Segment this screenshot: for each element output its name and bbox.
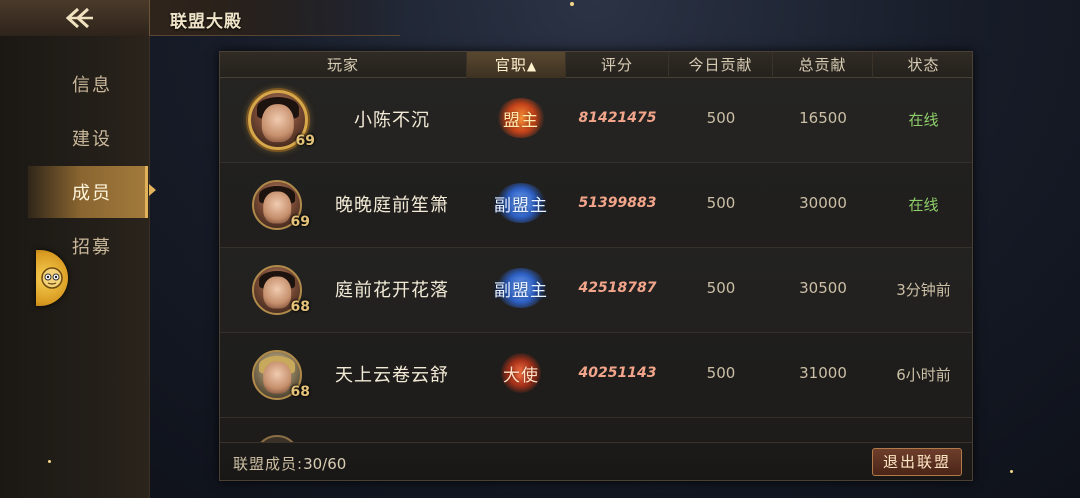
avatar-face <box>263 276 291 309</box>
active-indicator-icon <box>149 184 156 196</box>
back-button[interactable] <box>0 0 150 36</box>
members-panel: 玩家 官职▲ 评分 今日贡献 总贡献 状态 69 小陈不沉 盟主 8142147… <box>219 51 973 481</box>
total-contribution: 30000 <box>799 194 847 212</box>
today-contribution: 500 <box>706 279 736 297</box>
player-name: 天上云卷云舒 <box>335 365 449 386</box>
rank-badge: 盟主 <box>476 98 566 138</box>
column-header-total[interactable]: 总贡献 <box>773 52 873 78</box>
rank-label: 副盟主 <box>494 195 548 216</box>
back-arrow-icon <box>65 7 93 29</box>
score-value: 42518787 <box>578 280 657 296</box>
rank-badge: 副盟主 <box>476 268 566 308</box>
player-name: 庭前花开花落 <box>335 280 449 301</box>
column-header-score[interactable]: 评分 <box>566 52 669 78</box>
score-value: 51399883 <box>578 195 657 211</box>
sidebar: 信息 建设 成员 招募 <box>0 36 150 498</box>
sparkle-decoration <box>1010 470 1013 473</box>
arrow-up-icon: ▲ <box>526 59 538 73</box>
today-contribution: 500 <box>706 364 736 382</box>
rank-badge: 副盟主 <box>476 183 566 223</box>
sidebar-item-build[interactable]: 建设 <box>28 112 148 164</box>
avatar[interactable]: 69 <box>252 180 310 230</box>
total-contribution: 31000 <box>799 364 847 382</box>
total-contribution: 16500 <box>799 109 847 127</box>
avatar[interactable]: 68 <box>252 350 310 400</box>
player-name: 晚晚庭前笙箫 <box>335 195 449 216</box>
sparkle-decoration <box>570 2 574 6</box>
quit-alliance-button[interactable]: 退出联盟 <box>872 448 962 476</box>
member-count: 联盟成员:30/60 <box>233 453 346 474</box>
member-count-label: 联盟成员: <box>233 455 304 473</box>
sidebar-item-members[interactable]: 成员 <box>28 166 148 218</box>
avatar[interactable]: 69 <box>248 90 315 150</box>
rank-label: 大使 <box>503 365 539 386</box>
player-level: 68 <box>290 384 310 400</box>
player-level: 69 <box>295 133 315 149</box>
status-label: 3分钟前 <box>896 281 951 299</box>
mask-face-icon <box>41 267 63 289</box>
table-row[interactable]: 69 小陈不沉 盟主 81421475 500 16500 在线 <box>220 78 972 163</box>
status-label: 在线 <box>908 196 939 214</box>
avatar-face <box>263 191 291 224</box>
today-contribution: 500 <box>706 109 736 127</box>
page-title: 联盟大殿 <box>170 12 242 32</box>
status-label: 在线 <box>908 111 939 129</box>
column-header-rank[interactable]: 官职▲ <box>467 52 566 78</box>
player-name: 小陈不沉 <box>354 110 430 131</box>
today-contribution: 500 <box>706 194 736 212</box>
column-header-status: 状态 <box>907 56 940 74</box>
sidebar-item-info[interactable]: 信息 <box>28 58 148 110</box>
score-value: 81421475 <box>578 110 657 126</box>
player-level: 69 <box>290 214 310 230</box>
avatar-face <box>263 361 291 394</box>
status-label: 6小时前 <box>896 366 951 384</box>
column-header-today[interactable]: 今日贡献 <box>669 52 773 78</box>
rank-label: 盟主 <box>503 110 539 131</box>
avatar-face <box>261 104 295 142</box>
table-header: 玩家 官职▲ 评分 今日贡献 总贡献 状态 <box>220 52 972 78</box>
sparkle-decoration <box>48 460 51 463</box>
table-row[interactable]: 68 庭前花开花落 副盟主 42518787 500 30500 3分钟前 <box>220 248 972 333</box>
top-bar: 联盟大殿 <box>0 0 400 36</box>
avatar[interactable]: 68 <box>252 265 310 315</box>
table-row[interactable]: 69 晚晚庭前笙箫 副盟主 51399883 500 30000 在线 <box>220 163 972 248</box>
player-level: 68 <box>290 299 310 315</box>
rank-label: 副盟主 <box>494 280 548 301</box>
score-value: 40251143 <box>578 365 657 381</box>
total-contribution: 30500 <box>799 279 847 297</box>
table-row[interactable]: 68 天上云卷云舒 大使 40251143 500 31000 6小时前 <box>220 333 972 418</box>
rank-badge: 大使 <box>476 353 566 393</box>
column-header-rank-label: 官职 <box>494 56 527 74</box>
column-header-player: 玩家 <box>220 52 467 78</box>
panel-footer: 联盟成员:30/60 退出联盟 <box>220 442 972 480</box>
member-count-value: 30/60 <box>303 455 347 473</box>
